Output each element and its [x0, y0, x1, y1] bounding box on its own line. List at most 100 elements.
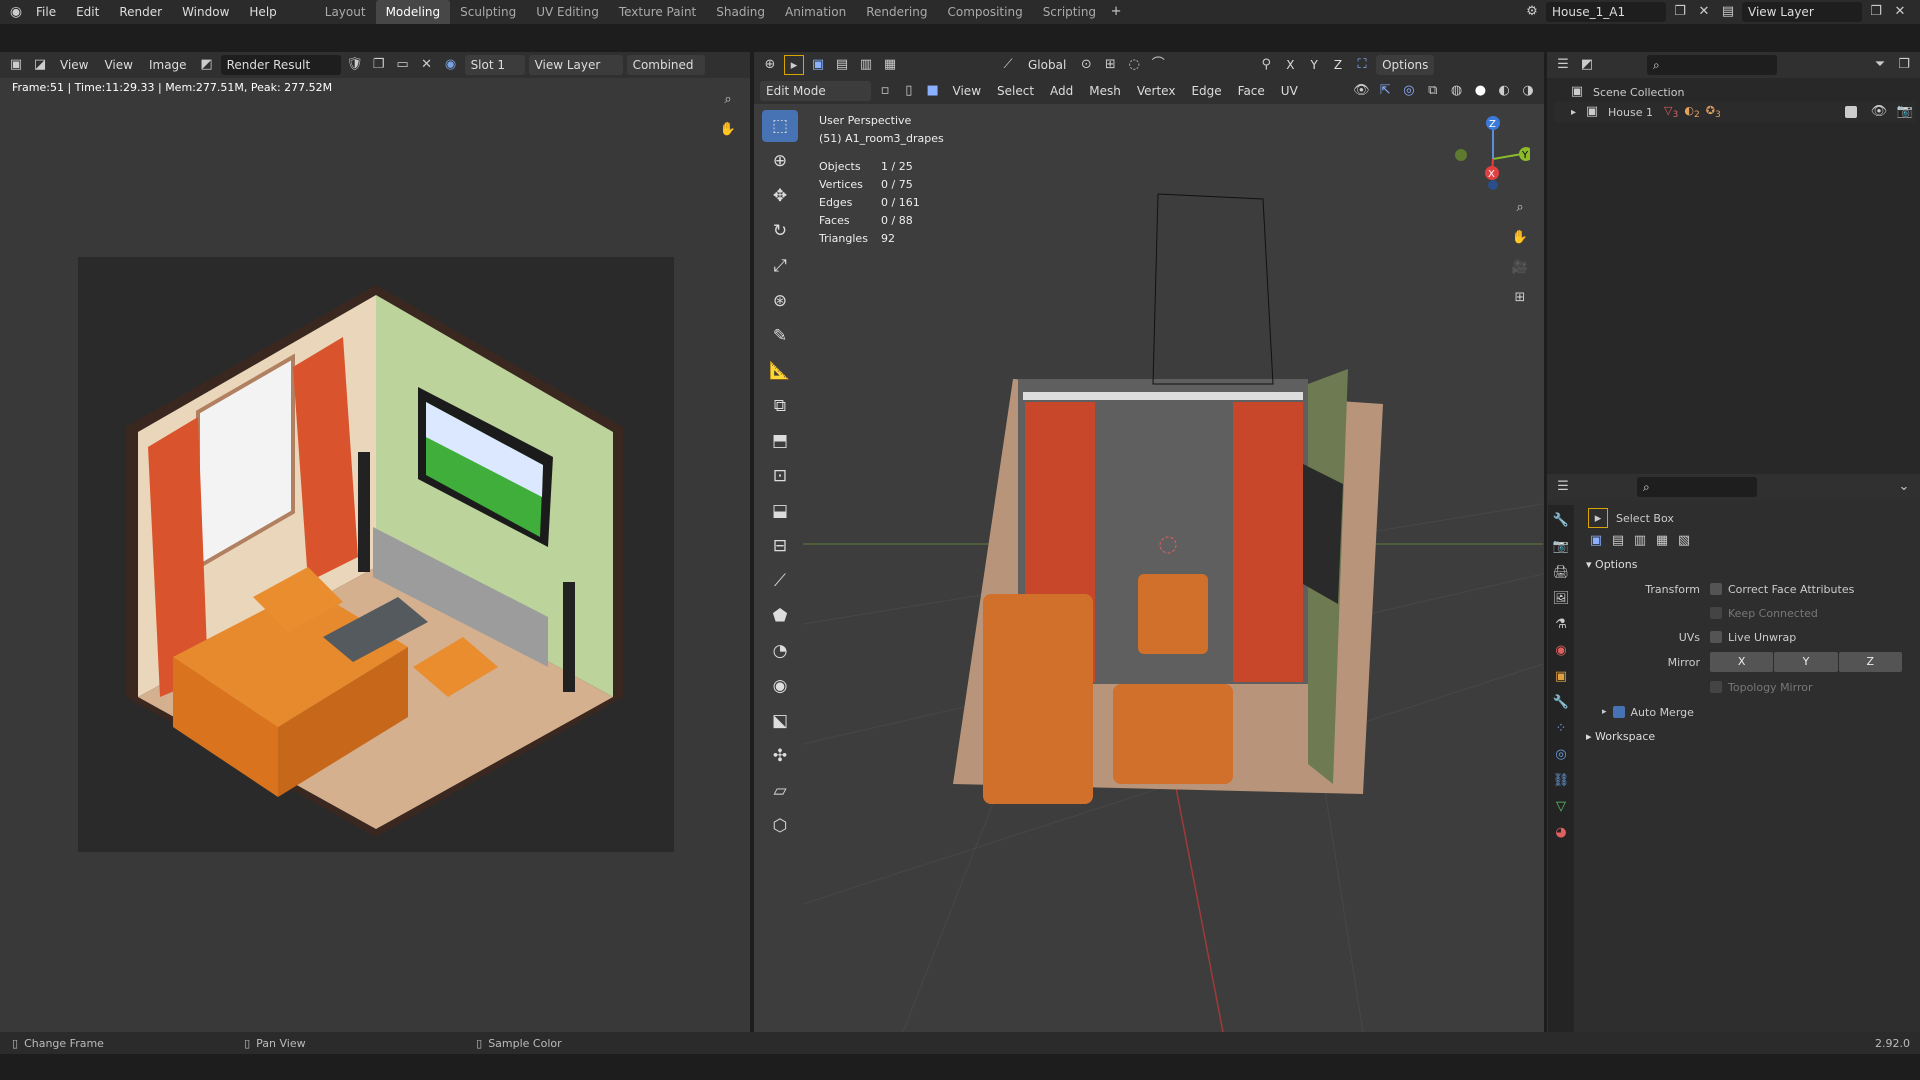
gizmo-icon[interactable]: ⇱: [1375, 81, 1395, 101]
properties-options-icon[interactable]: ⌄: [1894, 477, 1914, 497]
navigation-gizmo[interactable]: Z Y X: [1450, 115, 1533, 195]
menu-edit[interactable]: Edit: [66, 0, 109, 24]
proportional-edit-icon[interactable]: ◌: [1124, 55, 1144, 75]
knife-tool-icon[interactable]: ⟋: [762, 565, 798, 597]
mode-intersect-icon[interactable]: ▧: [1674, 531, 1694, 551]
viewport-menu-edge[interactable]: Edge: [1185, 81, 1227, 101]
menu-window[interactable]: Window: [172, 0, 239, 24]
delete-view-layer-icon[interactable]: ✕: [1890, 2, 1910, 22]
delete-scene-icon[interactable]: ✕: [1694, 2, 1714, 22]
physics-tab-icon[interactable]: ◎: [1550, 741, 1572, 767]
options-dropdown[interactable]: Options: [1376, 55, 1435, 75]
view-layer-tab-icon[interactable]: 🖼: [1550, 585, 1572, 611]
mirror-x-toggle[interactable]: X: [1280, 55, 1300, 75]
exclude-checkbox[interactable]: [1845, 106, 1857, 118]
new-collection-icon[interactable]: ❐: [1894, 55, 1914, 75]
properties-search-input[interactable]: ⌕: [1637, 477, 1757, 497]
auto-merge-checkbox[interactable]: [1612, 706, 1625, 718]
eye-icon[interactable]: 👁: [1869, 102, 1889, 122]
display-mode-icon[interactable]: ◩: [1577, 55, 1597, 75]
correct-face-checkbox[interactable]: [1710, 583, 1722, 595]
zoom-icon[interactable]: ⌕: [718, 90, 738, 110]
particles-tab-icon[interactable]: ⁘: [1550, 715, 1572, 741]
new-view-layer-icon[interactable]: ❐: [1866, 2, 1886, 22]
inset-tool-icon[interactable]: ⊡: [762, 460, 798, 492]
viewport-menu-view[interactable]: View: [947, 81, 987, 101]
view-layer-icon[interactable]: ▤: [1718, 2, 1738, 22]
tab-scripting[interactable]: Scripting: [1033, 0, 1106, 24]
mode-difference-icon[interactable]: ▦: [1652, 531, 1672, 551]
edge-slide-tool-icon[interactable]: ⬕: [762, 705, 798, 737]
scale-tool-icon[interactable]: ⤢: [762, 250, 798, 282]
tab-shading[interactable]: Shading: [706, 0, 775, 24]
auto-merge-icon[interactable]: ⛶: [1352, 55, 1372, 75]
blender-logo-icon[interactable]: ◉: [6, 2, 26, 22]
properties-type-icon[interactable]: ☰: [1553, 477, 1573, 497]
new-image-icon[interactable]: ❐: [369, 55, 389, 75]
annotate-tool-icon[interactable]: ✎: [762, 320, 798, 352]
output-tab-icon[interactable]: 🖨: [1550, 559, 1572, 585]
house-collection-row[interactable]: ▸ ▣ House 1 ▽3 ◐2 ✪3 👁 📷: [1555, 102, 1915, 122]
menu-help[interactable]: Help: [239, 0, 286, 24]
cursor-tool-icon[interactable]: ⊕: [762, 145, 798, 177]
camera-view-icon[interactable]: 🎥: [1510, 258, 1530, 278]
shading-rendered-icon[interactable]: ◑: [1518, 81, 1538, 101]
select-mode-intersect-icon[interactable]: ▦: [880, 55, 900, 75]
shear-tool-icon[interactable]: ▱: [762, 775, 798, 807]
outliner-search-input[interactable]: ⌕: [1647, 55, 1777, 75]
tab-compositing[interactable]: Compositing: [937, 0, 1032, 24]
viewport-editor-type-icon[interactable]: ⊕: [760, 55, 780, 75]
visibility-icon[interactable]: 👁: [1351, 81, 1371, 101]
mirror-z-toggle[interactable]: Z: [1328, 55, 1348, 75]
pass-dropdown[interactable]: Combined: [626, 55, 705, 75]
overlays-icon[interactable]: ◎: [1399, 81, 1419, 101]
scene-tab-icon[interactable]: ⚗: [1550, 611, 1572, 637]
viewport-menu-uv[interactable]: UV: [1275, 81, 1304, 101]
image-browse-icon[interactable]: ◩: [197, 55, 217, 75]
display-channels-icon[interactable]: ◉: [441, 55, 461, 75]
auto-merge-row[interactable]: ▸ Auto Merge: [1582, 699, 1914, 725]
edge-select-icon[interactable]: ▯: [899, 81, 919, 101]
tab-animation[interactable]: Animation: [775, 0, 856, 24]
outliner-type-icon[interactable]: ☰: [1553, 55, 1573, 75]
orientation-dropdown[interactable]: Global: [1022, 55, 1072, 75]
image-menu-image[interactable]: Image: [143, 55, 193, 75]
auto-merge-expand-icon[interactable]: ▸: [1602, 707, 1607, 717]
mode-subtract-icon[interactable]: ▥: [1630, 531, 1650, 551]
tab-uv-editing[interactable]: UV Editing: [526, 0, 609, 24]
scene-name-field[interactable]: House_1_A1: [1546, 2, 1666, 22]
mirror-options-icon[interactable]: ⚲: [1256, 55, 1276, 75]
viewport-menu-add[interactable]: Add: [1044, 81, 1079, 101]
select-mode-subtract-icon[interactable]: ▥: [856, 55, 876, 75]
view-mode-icon[interactable]: ◪: [30, 55, 50, 75]
poly-build-tool-icon[interactable]: ⬟: [762, 600, 798, 632]
layer-dropdown[interactable]: View Layer: [528, 55, 623, 75]
constraints-tab-icon[interactable]: ⛓: [1550, 767, 1572, 793]
tab-rendering[interactable]: Rendering: [856, 0, 937, 24]
pivot-icon[interactable]: ⊙: [1076, 55, 1096, 75]
vertex-select-icon[interactable]: ▫: [875, 81, 895, 101]
tab-modeling[interactable]: Modeling: [375, 0, 451, 24]
face-select-icon[interactable]: ■: [923, 81, 943, 101]
unlink-image-icon[interactable]: ✕: [417, 55, 437, 75]
rip-tool-icon[interactable]: ⬡: [762, 810, 798, 842]
shrink-fatten-tool-icon[interactable]: ✣: [762, 740, 798, 772]
viewport-menu-select[interactable]: Select: [991, 81, 1040, 101]
mode-extend-icon[interactable]: ▤: [1608, 531, 1628, 551]
mirror-y-button[interactable]: Y: [1774, 652, 1838, 672]
extrude-tool-icon[interactable]: ⬒: [762, 425, 798, 457]
menu-file[interactable]: File: [26, 0, 66, 24]
menu-render[interactable]: Render: [109, 0, 172, 24]
image-menu-view[interactable]: View: [98, 55, 138, 75]
tab-layout[interactable]: Layout: [315, 0, 376, 24]
keep-connected-checkbox[interactable]: [1710, 607, 1722, 619]
mode-set-icon[interactable]: ▣: [1586, 531, 1606, 551]
viewport-menu-face[interactable]: Face: [1232, 81, 1271, 101]
open-image-icon[interactable]: ▭: [393, 55, 413, 75]
xray-icon[interactable]: ⧉: [1423, 81, 1443, 101]
mirror-y-toggle[interactable]: Y: [1305, 55, 1324, 75]
select-mode-extend-icon[interactable]: ▤: [832, 55, 852, 75]
render-tab-icon[interactable]: 📷: [1550, 533, 1572, 559]
shading-material-icon[interactable]: ◐: [1494, 81, 1514, 101]
expand-arrow-icon[interactable]: ▸: [1571, 107, 1576, 118]
